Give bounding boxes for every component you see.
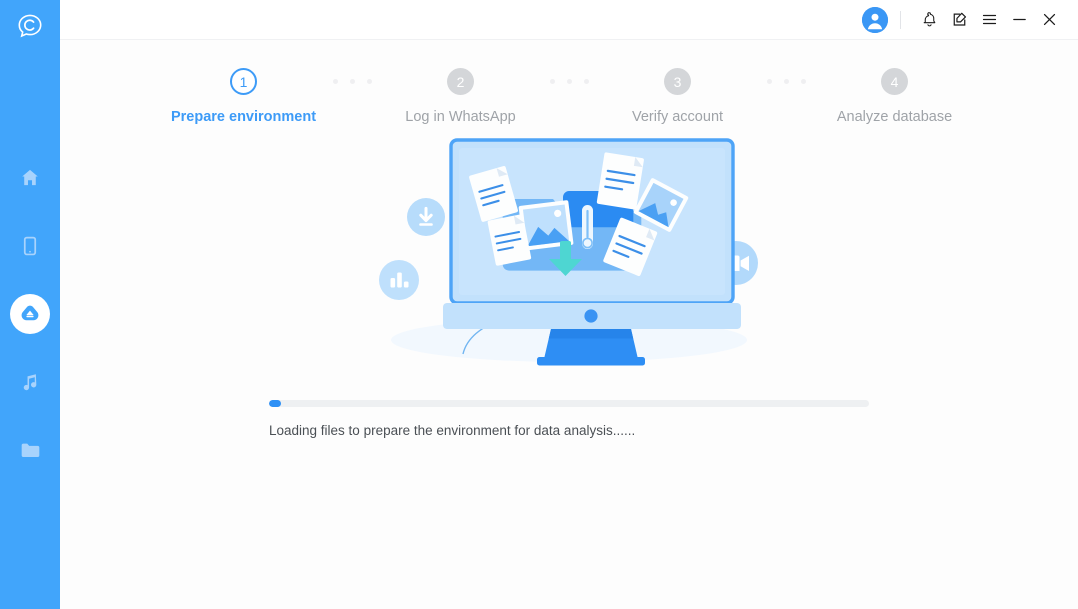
step-4-label: Analyze database (836, 109, 953, 125)
progress-bar[interactable] (269, 400, 869, 407)
analytics-badge (379, 260, 419, 300)
sidebar-nav (0, 158, 60, 470)
connector-dot (783, 79, 789, 84)
connector-dot (332, 79, 338, 84)
sidebar (0, 0, 60, 609)
phone-icon (23, 236, 37, 256)
minimize-button[interactable] (1004, 5, 1034, 35)
step-4-circle: 4 (881, 68, 908, 95)
sidebar-item-music[interactable] (10, 362, 50, 402)
account-button[interactable] (862, 6, 888, 33)
step-3-label: Verify account (631, 109, 724, 125)
title-bar (60, 0, 1078, 40)
step-3[interactable]: 3 Verify account (596, 68, 759, 125)
cloud-recover-icon (21, 305, 39, 321)
connector-dot (583, 79, 589, 84)
progress-block: Loading files to prepare the environment… (269, 400, 869, 438)
app-logo (10, 6, 50, 46)
home-icon (22, 169, 38, 186)
step-1[interactable]: 1 Prepare environment (162, 68, 325, 125)
download-badge (407, 198, 445, 236)
sidebar-item-files[interactable] (10, 430, 50, 470)
step-2-label: Log in WhatsApp (405, 109, 516, 125)
music-note-icon (23, 374, 37, 391)
sidebar-item-phone[interactable] (10, 226, 50, 266)
sidebar-item-home[interactable] (10, 158, 50, 198)
folder-icon (21, 443, 39, 457)
feedback-button[interactable] (944, 5, 974, 35)
connector-dot (549, 79, 555, 84)
step-3-circle: 3 (664, 68, 691, 95)
step-connector-3 (759, 68, 813, 84)
progress-bar-fill (269, 400, 281, 407)
stepper: 1 Prepare environment 2 Log in WhatsApp (60, 40, 1078, 125)
connector-dot (800, 79, 806, 84)
illustration-wrap (60, 133, 1078, 368)
content-area: 1 Prepare environment 2 Log in WhatsApp (60, 40, 1078, 609)
data-transfer-monitor-illustration (379, 138, 758, 366)
notifications-button[interactable] (914, 5, 944, 35)
speech-bubble-c-logo-icon (18, 14, 42, 38)
connector-dot (766, 79, 772, 84)
user-avatar-icon (862, 6, 888, 33)
step-2[interactable]: 2 Log in WhatsApp (379, 68, 542, 125)
step-1-label: Prepare environment (170, 109, 317, 125)
step-1-circle: 1 (230, 68, 257, 95)
app-window: 1 Prepare environment 2 Log in WhatsApp (0, 0, 1078, 609)
titlebar-divider (900, 10, 901, 29)
hamburger-menu-icon (982, 14, 996, 25)
step-2-circle: 2 (447, 68, 474, 95)
close-button[interactable] (1034, 5, 1064, 35)
step-4[interactable]: 4 Analyze database (813, 68, 976, 125)
bell-icon (923, 12, 935, 27)
menu-button[interactable] (974, 5, 1004, 35)
edit-square-icon (953, 12, 966, 26)
close-icon (1043, 13, 1055, 26)
sidebar-item-recover[interactable] (10, 294, 50, 334)
main-area: 1 Prepare environment 2 Log in WhatsApp (60, 0, 1078, 609)
step-connector-1 (325, 68, 379, 84)
minimize-icon (1012, 18, 1026, 21)
connector-dot (366, 79, 372, 84)
step-connector-2 (542, 68, 596, 84)
connector-dot (349, 79, 355, 84)
progress-status-text: Loading files to prepare the environment… (269, 423, 636, 438)
connector-dot (566, 79, 572, 84)
